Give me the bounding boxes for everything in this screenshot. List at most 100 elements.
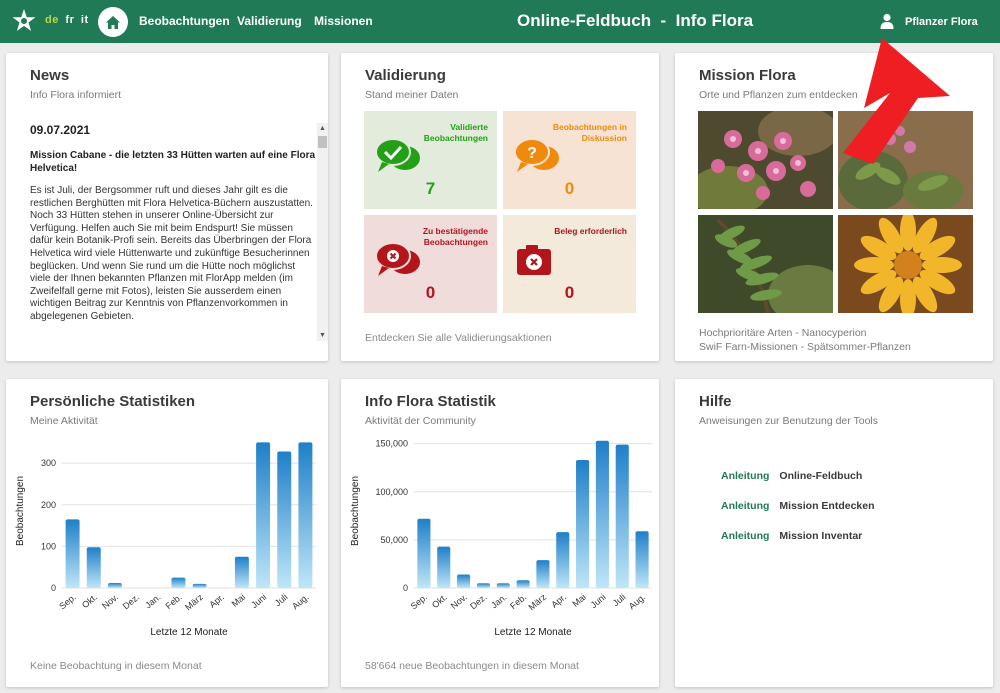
scroll-down-icon[interactable]: ▼ (317, 330, 328, 341)
language-it[interactable]: it (81, 14, 89, 26)
info-flora-logo-icon[interactable] (11, 8, 37, 34)
y-tick-label: 0 (403, 583, 408, 593)
news-date: 09.07.2021 (30, 123, 91, 137)
tile-count: 0 (564, 283, 575, 302)
x-tick-label: Jan. (489, 592, 508, 611)
x-tick-label: Aug. (290, 592, 311, 612)
x-tick-label: Jan. (143, 592, 162, 611)
nav-validierung[interactable]: Validierung (237, 14, 302, 28)
bar[interactable] (496, 583, 510, 588)
help-item-name: Mission Inventar (779, 530, 863, 542)
help-card: Hilfe Anweisungen zur Benutzung der Tool… (675, 379, 993, 687)
bar[interactable] (635, 531, 649, 588)
red-arrow-annotation (843, 38, 950, 164)
x-tick-label: Juni (249, 592, 268, 610)
validation-card: Validierung Stand meiner Daten Validiert… (341, 53, 659, 361)
scroll-up-icon[interactable]: ▲ (317, 123, 328, 134)
x-tick-label: Aug. (627, 592, 648, 612)
help-link[interactable]: Anleitung (721, 530, 769, 542)
bar[interactable] (536, 560, 550, 588)
user-icon[interactable] (880, 13, 894, 29)
mission-link-farn[interactable]: SwiF Farn-Missionen - Spätsommer-Pflanze… (699, 340, 911, 354)
tile-label: Beleg erforderlich (554, 226, 627, 236)
bar[interactable] (576, 459, 590, 588)
bar[interactable] (298, 442, 313, 588)
nav-beobachtungen[interactable]: Beobachtungen (139, 14, 230, 28)
tile-validated[interactable]: Validierte Beobachtungen 7 (364, 111, 497, 209)
language-de[interactable]: de (45, 14, 59, 26)
language-switcher: de fr it (45, 14, 92, 26)
home-icon (106, 15, 120, 29)
x-tick-label: Juli (611, 592, 628, 608)
x-tick-label: Dez. (121, 592, 142, 612)
top-navigation-bar: de fr it Beobachtungen Validierung Missi… (0, 0, 1000, 43)
validation-title: Validierung (365, 67, 446, 84)
help-title: Hilfe (699, 393, 732, 410)
x-tick-label: Dez. (468, 592, 489, 612)
tile-discussion[interactable]: Beobachtungen in Diskussion ? 0 (503, 111, 636, 209)
bar[interactable] (437, 546, 451, 588)
plant-photo-fern-frond[interactable] (698, 215, 833, 313)
news-content[interactable]: 09.07.2021 Mission Cabane - die letzten … (30, 123, 317, 341)
help-link[interactable]: Anleitung (721, 500, 769, 512)
news-scrollbar[interactable]: ▲ ▼ (317, 123, 328, 341)
page-title: Online-Feldbuch - Info Flora (517, 11, 754, 30)
tile-count: 0 (425, 283, 436, 302)
bar[interactable] (516, 580, 530, 588)
y-tick-label: 300 (41, 458, 56, 468)
language-fr[interactable]: fr (65, 14, 74, 26)
bar[interactable] (417, 518, 431, 588)
bar[interactable] (476, 583, 490, 588)
camera-cross-icon (517, 245, 551, 275)
x-tick-label: Mai (230, 592, 248, 609)
user-menu-button[interactable]: Pflanzer Flora (905, 16, 978, 28)
x-tick-label: März (183, 592, 205, 613)
plant-photo-yellow-flower[interactable] (838, 215, 973, 313)
news-card: News Info Flora informiert 09.07.2021 Mi… (6, 53, 328, 361)
y-tick-label: 100 (41, 541, 56, 551)
community-stats-card: Info Flora Statistik Aktivität der Commu… (341, 379, 659, 687)
bar[interactable] (556, 532, 570, 588)
personal-stats-card: Persönliche Statistiken Meine Aktivität … (6, 379, 328, 687)
mission-title: Mission Flora (699, 67, 796, 84)
x-tick-label: Juni (589, 592, 608, 610)
bar[interactable] (277, 451, 292, 588)
x-tick-label: Feb. (508, 592, 528, 611)
bar[interactable] (615, 444, 629, 588)
x-tick-label: Apr. (549, 592, 568, 610)
bar[interactable] (256, 442, 271, 588)
community-stats-footer: 58'664 neue Beobachtungen in diesem Mona… (365, 660, 579, 672)
x-tick-label: Mai (570, 592, 588, 609)
x-tick-label: Sep. (409, 592, 430, 612)
tile-evidence-required[interactable]: Beleg erforderlich 0 (503, 215, 636, 313)
home-button[interactable] (98, 7, 128, 37)
x-axis-title: Letzte 12 Monate (150, 627, 228, 638)
bar[interactable] (234, 556, 249, 588)
x-tick-label: Feb. (163, 592, 183, 611)
help-item-mission-entdecken: Anleitung Mission Entdecken (721, 500, 875, 512)
mission-link-nanocyperion[interactable]: Hochprioritäre Arten - Nanocyperion (699, 326, 911, 340)
help-subtitle: Anweisungen zur Benutzung der Tools (699, 415, 879, 427)
bar[interactable] (107, 583, 122, 588)
scroll-thumb[interactable] (318, 136, 327, 148)
svg-text:?: ? (527, 145, 537, 162)
bar[interactable] (595, 440, 609, 588)
mission-links: Hochprioritäre Arten - Nanocyperion SwiF… (699, 326, 911, 354)
help-link[interactable]: Anleitung (721, 470, 769, 482)
tile-count: 7 (425, 179, 436, 198)
y-tick-label: 150,000 (375, 439, 408, 449)
validation-footer-link[interactable]: Entdecken Sie alle Validierungsaktionen (365, 332, 552, 344)
y-tick-label: 50,000 (380, 535, 408, 545)
bar[interactable] (192, 583, 207, 588)
bar[interactable] (86, 547, 101, 588)
x-tick-label: Juli (273, 592, 290, 608)
bar[interactable] (171, 577, 186, 588)
bar[interactable] (65, 519, 80, 588)
x-axis-title: Letzte 12 Monate (494, 627, 572, 638)
news-body: Es ist Juli, der Bergsommer ruft und die… (30, 185, 313, 322)
tile-to-confirm[interactable]: Zu bestätigende Beobachtungen 0 (364, 215, 497, 313)
chat-cross-icon (375, 242, 420, 276)
bar[interactable] (457, 574, 471, 588)
x-tick-label: Apr. (207, 592, 226, 610)
nav-missionen[interactable]: Missionen (314, 14, 373, 28)
